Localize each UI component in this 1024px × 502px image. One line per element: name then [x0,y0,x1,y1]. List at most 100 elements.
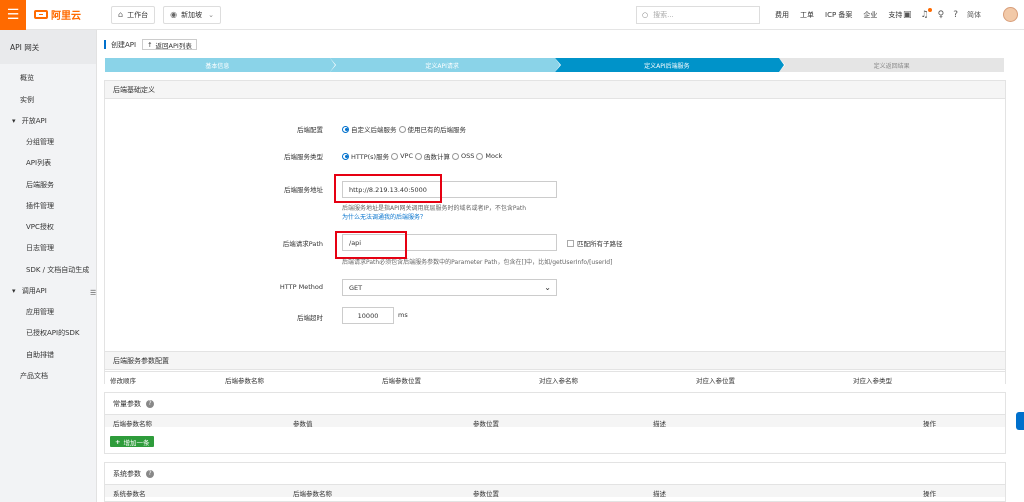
help-icon[interactable]: ? [146,399,154,408]
title-accent-bar [104,40,106,49]
aliyun-logo-icon [34,10,48,19]
sidebar-item-instances[interactable]: 实例 [20,95,34,105]
step-label: 基本信息 [205,62,230,70]
sidebar-item-overview[interactable]: 概览 [20,73,34,83]
sidebar-item-authorized-sdk[interactable]: 已授权API的SDK [26,328,80,338]
radio-label: OSS [461,152,475,160]
sidebar-item-api-list[interactable]: API列表 [26,158,51,168]
radio-function-compute[interactable]: 函数计算 [415,151,450,161]
radio-checked-icon [342,152,349,160]
column-header: 对应入参类型 [853,377,892,385]
column-header: 对应入参名称 [539,377,578,385]
panel-title: 后端基础定义 [105,81,1005,99]
column-header: 后端参数名称 [293,490,332,498]
nav-support[interactable]: 支持 [888,10,902,20]
radio-icon [391,152,399,160]
nav-tickets[interactable]: 工单 [800,10,814,20]
workbench-label: 工作台 [127,10,149,19]
path-hint: 后端请求Path必须包含后端服务参数中的Parameter Path，包含在[]… [342,259,613,266]
sidebar-group-label: 调用API [21,287,47,295]
sidebar-group-open-api[interactable]: ▾ 开放API [12,116,47,126]
step-define-response: 定义返回结果 [779,58,1004,72]
lightbulb-icon[interactable]: ♀ [938,10,945,20]
top-bar: ☰ 阿里云 ⌂ 工作台 ◉ 新加坡 ⌄ ○ 搜索... 费用 工单 ICP 备案… [0,0,1024,30]
home-icon: ⌂ [118,10,124,19]
back-button[interactable]: ↑ 返回API列表 [142,39,197,50]
match-subpath-checkbox[interactable]: 匹配所有子路径 [567,238,623,248]
sidebar-group-call-api[interactable]: ▾ 调用API [12,286,47,296]
sidebar-item-apps[interactable]: 应用管理 [26,307,54,317]
search-input[interactable]: ○ 搜索... [636,6,760,24]
language-switch[interactable]: 简体 [967,10,981,20]
avatar[interactable] [1003,7,1018,22]
http-method-select[interactable]: GET ⌄ [342,279,557,296]
radio-custom-backend[interactable]: 自定义后端服务 [342,124,397,134]
timeout-input[interactable]: 10000 [342,307,394,324]
radio-checked-icon [342,125,349,133]
chevron-down-icon: ⌄ [544,283,551,292]
address-label: 后端服务地址 [284,186,323,194]
page-title: 创建API [111,40,137,49]
timeout-label: 后端超时 [297,314,323,322]
step-label: 定义API请求 [425,62,459,70]
column-header: 参数值 [293,420,313,428]
nav-fees[interactable]: 费用 [775,10,789,20]
breadcrumb: 创建API ↑ 返回API列表 [104,39,197,50]
radio-vpc[interactable]: VPC [391,152,413,160]
column-header: 描述 [653,490,666,498]
table-header-row [105,485,1005,497]
sidebar-item-troubleshoot[interactable]: 自助排错 [26,350,54,360]
sidebar-item-plugins[interactable]: 插件管理 [26,201,54,211]
workbench-button[interactable]: ⌂ 工作台 [111,5,156,24]
top-nav: 费用 工单 ICP 备案 企业 支持 [775,0,913,30]
timeout-value: 10000 [357,311,379,320]
logo[interactable]: 阿里云 [34,7,81,22]
sidebar-collapse-icon[interactable]: ☰ [90,289,96,297]
caret-down-icon: ▾ [12,287,16,295]
column-header: 后端参数位置 [382,377,421,385]
radio-label: 自定义后端服务 [351,126,397,134]
sidebar-item-backend[interactable]: 后端服务 [26,180,54,190]
add-constant-button[interactable]: + 增加一条 [110,436,155,447]
back-arrow-icon: ↑ [147,40,153,49]
terminal-icon[interactable]: ▣ [903,10,912,20]
radio-http[interactable]: HTTP(s)服务 [342,151,389,161]
column-header: 系统参数名 [113,490,146,498]
radio-icon [476,152,484,160]
search-icon: ○ [642,11,649,19]
region-selector[interactable]: ◉ 新加坡 ⌄ [163,5,221,24]
timeout-unit: ms [398,311,408,319]
plus-icon: + [115,437,121,446]
nav-icp[interactable]: ICP 备案 [825,10,852,20]
menu-icon[interactable]: ☰ [0,0,26,30]
column-header: 操作 [923,490,936,498]
radio-label: 使用已有的后端服务 [407,126,467,134]
radio-existing-backend[interactable]: 使用已有的后端服务 [398,124,467,134]
sidebar-item-docs[interactable]: 产品文档 [20,371,48,381]
help-icon[interactable]: ? [953,10,958,20]
step-define-backend: 定义API后端服务 [554,58,786,72]
radio-oss[interactable]: OSS [452,152,474,160]
radio-icon [415,152,422,160]
bell-icon[interactable]: ♫ [921,8,932,20]
column-header: 参数位置 [473,490,499,498]
notification-dot [927,8,932,12]
column-header: 修改顺序 [110,377,136,385]
floating-assistant-tab[interactable] [1016,412,1024,430]
main-content: 创建API ↑ 返回API列表 基本信息 定义API请求 定义API后端服务 定… [97,30,1024,502]
nav-enterprise[interactable]: 企业 [863,10,877,20]
step-indicator: 基本信息 定义API请求 定义API后端服务 定义返回结果 [105,58,1004,72]
config-label: 后端配置 [297,126,323,134]
sidebar-item-vpc[interactable]: VPC授权 [26,222,54,232]
sidebar-item-sdk-docs[interactable]: SDK / 文档自动生成 [26,265,89,275]
sidebar-item-group-mgmt[interactable]: 分组管理 [26,137,54,147]
help-icon[interactable]: ? [146,469,154,478]
address-help-link[interactable]: 为什么无法调通我的后端服务？ [342,212,426,221]
radio-label: HTTP(s)服务 [351,153,390,161]
column-header: 对应入参位置 [696,377,735,385]
add-label: 增加一条 [123,438,150,447]
sidebar-item-logs[interactable]: 日志管理 [26,243,54,253]
column-header: 描述 [653,420,666,428]
radio-mock[interactable]: Mock [476,152,502,160]
radio-icon [398,125,406,133]
